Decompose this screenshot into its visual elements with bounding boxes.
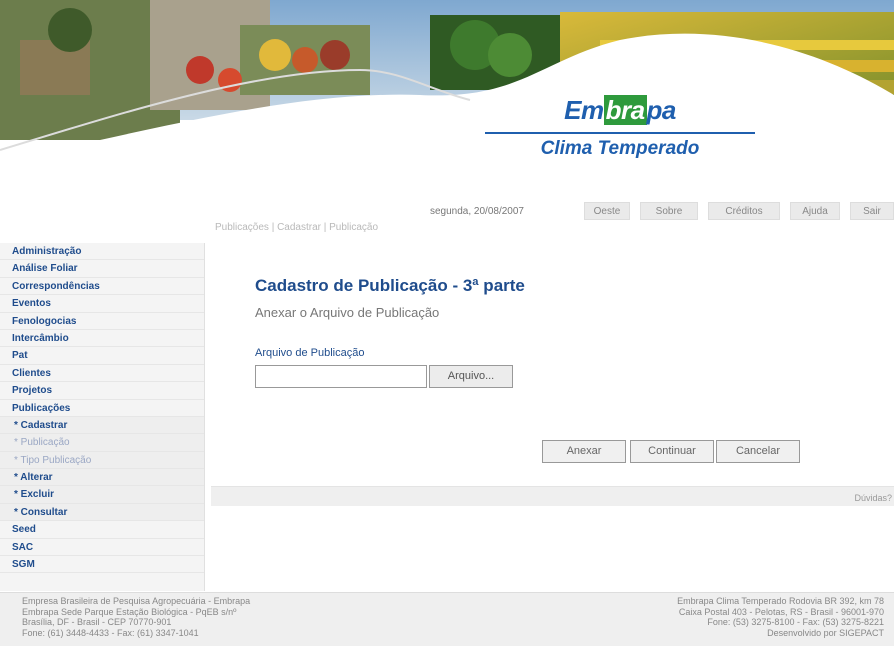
logo-divider [485,132,755,134]
sidebar-item-correspondencias[interactable]: Correspondências [0,278,204,296]
footer-line: Fone: (53) 3275-8100 - Fax: (53) 3275-82… [707,617,884,627]
logo-text-highlight: bra [603,95,647,125]
footer-address-left: Empresa Brasileira de Pesquisa Agropecuá… [22,596,250,638]
sidebar-subitem-alterar[interactable]: * Alterar [0,469,204,487]
page-subtitle: Anexar o Arquivo de Publicação [255,305,440,320]
help-link[interactable]: Dúvidas? [854,493,892,503]
footer-line: Brasília, DF - Brasil - CEP 70770-901 [22,617,172,627]
attach-button[interactable]: Anexar [542,440,626,463]
main-content: Cadastro de Publicação - 3ª parte Anexar… [211,243,894,591]
sidebar-item-publicacoes[interactable]: Publicações [0,400,204,417]
footer-line: Empresa Brasileira de Pesquisa Agropecuá… [22,596,251,606]
footer-line: Fone: (61) 3448-4433 - Fax: (61) 3347-10… [22,627,199,638]
header-banner: Embrapa Clima Temperado [0,0,894,190]
sidebar-item-eventos[interactable]: Eventos [0,295,204,313]
content-footer-band: Dúvidas? [211,486,894,506]
logo-text-part: Em [564,95,604,125]
footer-line: Caixa Postal 403 - Pelotas, RS - Brasil … [678,606,884,617]
top-bar: segunda, 20/08/2007 Oeste Sobre Créditos… [0,200,894,220]
browse-file-button[interactable]: Arquivo... [429,365,513,388]
topnav-creditos[interactable]: Créditos [708,202,780,220]
sidebar-subitem-publicacao[interactable]: * Publicação [0,434,204,452]
file-path-input[interactable] [255,365,427,388]
embrapa-logo: Embrapa Clima Temperado [485,95,755,160]
topnav-sair[interactable]: Sair [850,202,894,220]
topnav-ajuda[interactable]: Ajuda [790,202,840,220]
sidebar-item-analise-foliar[interactable]: Análise Foliar [0,260,204,278]
file-field-label: Arquivo de Publicação [255,347,365,359]
footer-address-right: Embrapa Clima Temperado Rodovia BR 392, … [677,596,884,638]
sidebar-item-sgm[interactable]: SGM [0,556,204,574]
sidebar-menu: Administração Análise Foliar Correspondê… [0,243,205,591]
topnav-sobre[interactable]: Sobre [640,202,698,220]
logo-text-part: pa [646,95,677,125]
logo-subtitle: Clima Temperado [540,138,700,159]
topnav-oeste[interactable]: Oeste [584,202,630,220]
cancel-button[interactable]: Cancelar [716,440,800,463]
banner-photo-collage [0,0,894,190]
footer-line: Embrapa Sede Parque Estação Biológica - … [22,606,237,617]
sidebar-subitem-tipo-publicacao[interactable]: * Tipo Publicação [0,451,204,470]
sidebar-item-administracao[interactable]: Administração [0,243,204,261]
sidebar-item-pat[interactable]: Pat [0,347,204,365]
footer-credit-link[interactable]: Desenvolvido por SIGEPACT [677,628,884,639]
breadcrumb: Publicações | Cadastrar | Publicação [215,222,379,233]
sidebar-item-intercambio[interactable]: Intercâmbio [0,330,204,348]
page-footer: Empresa Brasileira de Pesquisa Agropecuá… [0,592,894,646]
page-title: Cadastro de Publicação - 3ª parte [255,276,525,295]
logo-wordmark: Embrapa [564,95,676,126]
sidebar-item-sac[interactable]: SAC [0,539,204,557]
sidebar-subitem-cadastrar[interactable]: * Cadastrar [0,416,204,435]
sidebar-item-fenologias[interactable]: Fenologocias [0,313,204,330]
sidebar-subitem-consultar[interactable]: * Consultar [0,503,204,522]
sidebar-item-projetos[interactable]: Projetos [0,382,204,400]
sidebar-item-seed[interactable]: Seed [0,521,204,539]
current-date: segunda, 20/08/2007 [430,206,524,217]
continue-button[interactable]: Continuar [630,440,714,463]
footer-line: Embrapa Clima Temperado Rodovia BR 392, … [677,596,884,606]
sidebar-item-clientes[interactable]: Clientes [0,365,204,383]
sidebar-subitem-excluir[interactable]: * Excluir [0,486,204,504]
